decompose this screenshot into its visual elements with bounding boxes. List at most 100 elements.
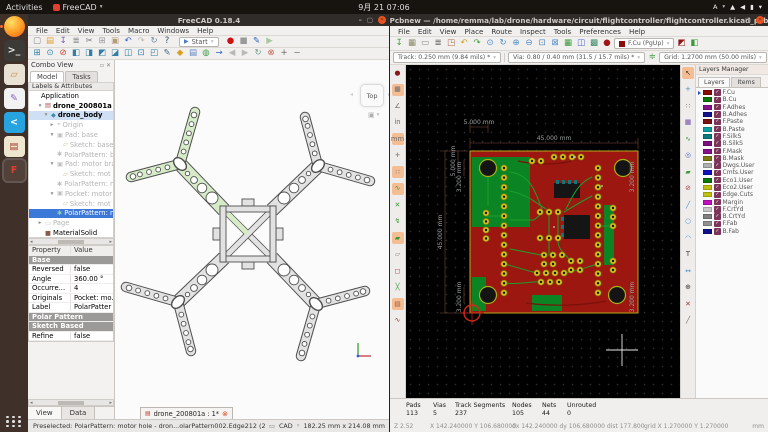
wifi-icon[interactable]: ▲: [730, 3, 735, 11]
drone-center-frame[interactable]: [213, 199, 283, 269]
tree-item[interactable]: ✱ PolarPattern: b: [29, 150, 113, 160]
expander-icon[interactable]: ▾: [43, 112, 49, 118]
tree-item[interactable]: ▱ Sketch: base: [29, 140, 113, 150]
add-footprint-icon[interactable]: ▦: [682, 117, 694, 129]
volume-icon[interactable]: ◀: [740, 3, 745, 11]
tab-layers[interactable]: Layers: [698, 77, 730, 87]
tree-item[interactable]: ▾ ▣ Pad: base: [29, 130, 113, 140]
tree-item[interactable]: ▱ Sketch: mot: [29, 169, 113, 179]
zoom-fit-icon[interactable]: ⊡: [536, 38, 548, 50]
layer-color-swatch[interactable]: [703, 105, 712, 110]
drc-icon[interactable]: ●: [601, 38, 613, 50]
layer-visibility-checkbox[interactable]: ✓: [714, 140, 721, 147]
auto-delete-track-icon[interactable]: ✕: [392, 199, 404, 211]
menu-item[interactable]: Inspect: [516, 27, 550, 36]
layer-color-swatch[interactable]: [703, 90, 712, 95]
microwave-icon[interactable]: ∿: [392, 315, 404, 327]
layer-visibility-checkbox[interactable]: ✓: [714, 119, 721, 126]
drone-arm-ne[interactable]: [272, 116, 370, 210]
add-arc-icon[interactable]: ◠: [682, 232, 694, 244]
minimize-button[interactable]: –: [359, 16, 362, 24]
undo-icon[interactable]: ↶: [122, 36, 134, 48]
redo-icon[interactable]: ↷: [135, 36, 147, 48]
nav-forward-icon[interactable]: ▶: [239, 48, 251, 60]
caret-icon[interactable]: ▾: [759, 3, 762, 11]
navcube-menu-icon[interactable]: ▣: [368, 111, 375, 119]
zones-filled-icon[interactable]: ▰: [392, 232, 404, 244]
close-button[interactable]: ✕: [756, 16, 764, 24]
paste-icon[interactable]: ▣: [109, 36, 121, 48]
link-icon[interactable]: →: [213, 48, 225, 60]
measure-tool-icon[interactable]: ╱: [682, 315, 694, 327]
battery-icon[interactable]: ▮: [750, 3, 754, 11]
tree-item[interactable]: ▾ ◆ drone_body: [29, 111, 113, 121]
tab-view[interactable]: View: [28, 407, 62, 419]
layer-row[interactable]: ✓ Edge.Cuts: [696, 191, 768, 198]
top-view-icon[interactable]: ◩: [96, 48, 108, 60]
layer-row[interactable]: ✓ B.Paste: [696, 125, 768, 132]
property-row[interactable]: Label PolarPatter: [29, 303, 113, 313]
layer-color-swatch[interactable]: [703, 185, 712, 190]
layer-color-swatch[interactable]: [703, 156, 712, 161]
layer-visibility-checkbox[interactable]: ✓: [714, 111, 721, 118]
dock-firefox[interactable]: [4, 16, 25, 37]
nav-back-icon[interactable]: ◀: [226, 48, 238, 60]
open-doc-icon[interactable]: ▤: [44, 36, 56, 48]
layer-visibility-checkbox[interactable]: ✓: [714, 192, 721, 199]
macro-play-icon[interactable]: ▶: [264, 36, 276, 48]
layer-color-swatch[interactable]: [703, 141, 712, 146]
pads-sketch-icon[interactable]: ◻: [392, 265, 404, 277]
scrollbar-thumb[interactable]: [58, 240, 84, 244]
input-method-indicator[interactable]: A: [713, 3, 717, 11]
add-text-icon[interactable]: T: [682, 249, 694, 261]
tree-item[interactable]: ■ MaterialSolid: [29, 228, 113, 238]
property-row[interactable]: Reversed false: [29, 265, 113, 275]
menu-item[interactable]: Place: [460, 27, 487, 36]
layer-color-swatch[interactable]: [703, 200, 712, 205]
polar-coords-icon[interactable]: ∠: [392, 100, 404, 112]
redraw-icon[interactable]: ↻: [497, 38, 509, 50]
drc-off-icon[interactable]: ●: [392, 67, 404, 79]
expander-icon[interactable]: ▸: [37, 220, 43, 226]
undo-icon[interactable]: ↶: [458, 38, 470, 50]
menu-item[interactable]: View: [436, 27, 461, 36]
document-tab[interactable]: ▤ drone_200801a : 1* ⊗: [140, 407, 233, 419]
tree-item[interactable]: ▱ Sketch: mot: [29, 199, 113, 209]
layer-row[interactable]: ✓ F.SilkS: [696, 133, 768, 140]
close-document-icon[interactable]: ⊗: [222, 410, 228, 418]
rear-view-icon[interactable]: ◫: [122, 48, 134, 60]
page-settings-icon[interactable]: ▭: [419, 38, 431, 50]
layer-visibility-checkbox[interactable]: ✓: [714, 170, 721, 177]
layer-visibility-checkbox[interactable]: ✓: [714, 97, 721, 104]
dock-freecad[interactable]: F: [4, 160, 25, 181]
layer-row[interactable]: ✓ B.Adhes: [696, 111, 768, 118]
dock-text-editor[interactable]: ✎: [4, 88, 25, 109]
macro-record-icon[interactable]: ●: [225, 36, 237, 48]
menu-item[interactable]: Tools: [98, 26, 123, 35]
track-width-selector[interactable]: Track: 0.250 mm (9.84 mils) * ▾: [393, 52, 501, 63]
part-icon[interactable]: ◆: [174, 48, 186, 60]
layer-visibility-checkbox[interactable]: ✓: [714, 199, 721, 206]
highlight-net-icon[interactable]: +: [682, 84, 694, 96]
save-board-icon[interactable]: ↧: [393, 38, 405, 50]
float-panel-icon[interactable]: ▫: [100, 62, 104, 69]
3d-viewer-icon[interactable]: ▩: [588, 38, 600, 50]
local-ratsnest-icon[interactable]: ∷: [682, 100, 694, 112]
zoom-box-icon[interactable]: ⊙: [44, 48, 56, 60]
layer-color-swatch[interactable]: [703, 163, 712, 168]
macro-edit-icon[interactable]: ✎: [251, 36, 263, 48]
3d-viewport[interactable]: Top ◂ ▸ ▣ ▾ ▤ drone_200801a : 1* ⊗: [115, 60, 390, 419]
close-view-icon[interactable]: ⊗: [265, 48, 277, 60]
menu-item[interactable]: File: [394, 27, 414, 36]
drill-origin-icon[interactable]: ⊕: [682, 282, 694, 294]
layer-color-swatch[interactable]: [703, 149, 712, 154]
add-keepout-icon[interactable]: ⊘: [682, 183, 694, 195]
property-value[interactable]: PolarPatter: [71, 303, 113, 311]
pcb-canvas[interactable]: 45.000 mm 5.000 mm 45.000 mm 5.000 mm 3.…: [406, 65, 680, 398]
layer-visibility-checkbox[interactable]: ✓: [714, 213, 721, 220]
zoom-out-icon[interactable]: −: [291, 48, 303, 60]
minimize-button[interactable]: –: [737, 16, 740, 24]
layer-row[interactable]: ✓ F.Fab: [696, 220, 768, 227]
activities-button[interactable]: Activities: [6, 3, 43, 12]
layer-row[interactable]: ✓ F.CrtYd: [696, 206, 768, 213]
